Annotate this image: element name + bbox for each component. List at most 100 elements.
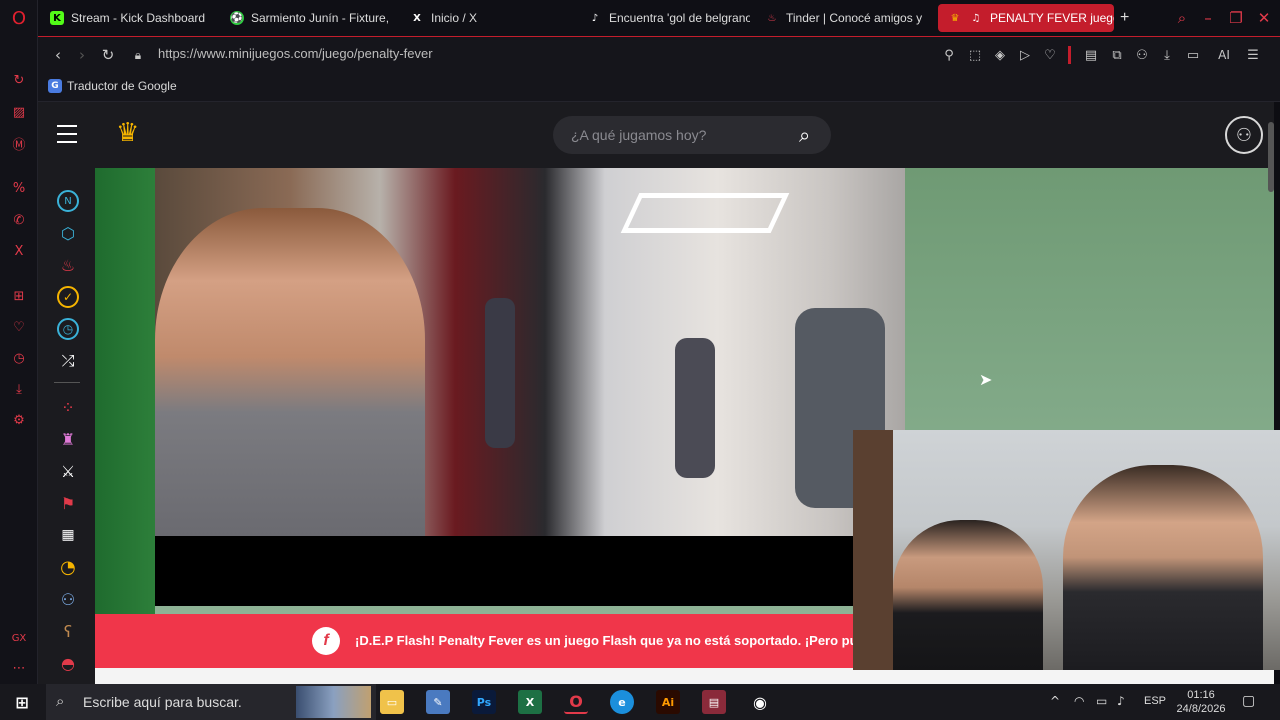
percent-icon[interactable]: % <box>9 178 29 198</box>
minimize-icon[interactable]: – <box>1198 8 1218 28</box>
tab-x[interactable]: X Inicio / X <box>410 4 530 32</box>
download-icon[interactable]: ⤓ <box>9 379 29 399</box>
edge-icon[interactable]: e <box>610 690 634 714</box>
search-highlight-image <box>296 686 371 718</box>
person-background-2 <box>675 338 715 478</box>
google-translate-icon: G <box>48 79 62 93</box>
history-icon[interactable]: ↻ <box>9 70 29 90</box>
nav-check-icon[interactable]: ✓ <box>57 286 79 308</box>
nav-hexagon-icon[interactable]: ⬡ <box>57 222 79 244</box>
tray-chevron-icon[interactable]: ^ <box>1050 694 1060 708</box>
back-icon[interactable]: ‹ <box>48 45 68 65</box>
winrar-icon[interactable]: ▤ <box>702 690 726 714</box>
reload-icon[interactable]: ↻ <box>98 45 118 65</box>
bookmark-label: Traductor de Google <box>67 79 177 93</box>
nav-colors-icon[interactable]: ⁘ <box>57 396 79 418</box>
nav-robot-icon[interactable]: ♜ <box>57 428 79 450</box>
door-frame <box>853 430 893 670</box>
battery-icon[interactable]: ▭ <box>1096 694 1107 708</box>
flash-notice-text: ¡D.E.P Flash! Penalty Fever es un juego … <box>355 633 855 648</box>
tab-sarmiento[interactable]: ⚽ Sarmiento Junín - Fixture, <box>230 4 390 32</box>
page-scrollbar[interactable] <box>1268 122 1274 192</box>
hamburger-menu-icon[interactable] <box>57 125 77 143</box>
heart-icon[interactable]: ♡ <box>9 317 29 337</box>
nav-flag-icon[interactable]: ⚑ <box>57 492 79 514</box>
apps-icon[interactable]: ⊞ <box>9 286 29 306</box>
taskbar-search-input[interactable]: ⌕ Escribe aquí para buscar. <box>46 684 376 720</box>
nav-people-icon[interactable]: ⚇ <box>57 588 79 610</box>
messenger-icon[interactable]: Ⓜ <box>9 133 29 153</box>
nav-shuffle-icon[interactable]: ⤮ <box>57 350 79 372</box>
close-window-icon[interactable]: ✕ <box>1254 8 1274 28</box>
tab-tinder[interactable]: ♨ Tinder | Conocé amigos y <box>765 4 925 32</box>
photoshop-icon[interactable]: Ps <box>472 690 496 714</box>
wifi-icon[interactable]: ◠ <box>1074 694 1084 708</box>
menu-icon[interactable]: ☰ <box>1244 46 1262 64</box>
notepad-icon[interactable]: ✎ <box>426 690 450 714</box>
nav-pokeball-icon[interactable]: ◓ <box>57 652 79 674</box>
settings-icon[interactable]: ⚙ <box>9 410 29 430</box>
clock-icon[interactable]: ◷ <box>9 348 29 368</box>
user-profile-icon[interactable]: ⚇ <box>1225 116 1263 154</box>
nav-racing-flag-icon[interactable]: ▦ <box>57 524 79 546</box>
opera-logo-icon[interactable]: O <box>9 8 29 29</box>
account-icon[interactable]: ⚇ <box>1133 46 1151 64</box>
nav-new-icon[interactable]: N <box>57 190 79 212</box>
flash-logo-icon: f <box>312 627 340 655</box>
bookmark-google-translate[interactable]: G Traductor de Google <box>48 79 177 93</box>
nav-pacman-icon[interactable]: ◔ <box>57 556 79 578</box>
notifications-icon[interactable]: ▢ <box>1242 693 1255 709</box>
nav-swords-icon[interactable]: ⚔ <box>57 460 79 482</box>
flow-icon[interactable]: ▨ <box>9 102 29 122</box>
clock[interactable]: 01:16 24/8/2026 <box>1176 688 1226 716</box>
site-logo-crown-icon[interactable]: ♛ <box>116 118 139 148</box>
illustrator-icon[interactable]: Ai <box>656 690 680 714</box>
x-sidebar-icon[interactable]: X <box>9 241 29 261</box>
bookmark-heart-icon[interactable]: ♡ <box>1041 46 1059 64</box>
url-field[interactable]: https://www.minijuegos.com/juego/penalty… <box>158 46 433 61</box>
language-indicator[interactable]: ESP <box>1144 695 1166 707</box>
new-tab-button[interactable]: + <box>1120 4 1136 32</box>
file-explorer-icon[interactable]: ▭ <box>380 690 404 714</box>
wallet-icon[interactable]: ▤ <box>1082 46 1100 64</box>
forward-icon[interactable]: › <box>72 45 92 65</box>
ai-button[interactable]: AI <box>1210 46 1238 64</box>
kick-icon: K <box>50 11 64 25</box>
speaker-icon[interactable]: ♫ <box>969 11 983 25</box>
downloads-icon[interactable]: ⤓ <box>1158 46 1176 64</box>
site-search-input[interactable]: ¿A qué jugamos hoy? ⌕ <box>553 116 831 154</box>
pocket-icon[interactable]: ◈ <box>991 46 1009 64</box>
gx-icon[interactable]: GX <box>9 628 29 648</box>
whatsapp-icon[interactable]: ✆ <box>9 210 29 230</box>
snapshot-icon[interactable]: ⬚ <box>966 46 984 64</box>
mouse-cursor-icon: ➤ <box>979 370 993 389</box>
send-icon[interactable]: ▷ <box>1016 46 1034 64</box>
ceiling-light <box>620 193 790 233</box>
excel-icon[interactable]: X <box>518 690 542 714</box>
nav-fire-icon[interactable]: ♨ <box>57 254 79 276</box>
game-video-player[interactable] <box>155 168 905 536</box>
taskbar-search-icon: ⌕ <box>56 692 65 710</box>
obs-icon[interactable]: ◉ <box>748 690 772 714</box>
tab-tiktok[interactable]: ♪ Encuentra 'gol de belgrano <box>588 4 750 32</box>
game-side-panel <box>95 168 155 688</box>
opera-gx-taskbar-icon[interactable]: O <box>564 690 588 714</box>
x-logo-icon: X <box>413 12 421 24</box>
battery-saver-icon[interactable]: ▭ <box>1184 46 1202 64</box>
nav-compass-icon[interactable]: ◷ <box>57 318 79 340</box>
tab-label: Tinder | Conocé amigos y <box>786 11 923 25</box>
tab-penalty-fever[interactable]: ♛ ♫ PENALTY FEVER juego <box>938 4 1114 32</box>
search-icon[interactable]: ⌕ <box>799 123 810 147</box>
maximize-icon[interactable]: ❐ <box>1226 8 1246 28</box>
pin-icon[interactable]: ⚲ <box>940 46 958 64</box>
tab-kick[interactable]: K Stream - Kick Dashboard <box>50 4 220 32</box>
windows-start-icon[interactable]: ⊞ <box>10 690 34 714</box>
volume-icon[interactable]: ♪ <box>1117 694 1125 708</box>
lock-icon[interactable]: 🔒︎ <box>128 45 148 65</box>
windows-taskbar: ⊞ ⌕ Escribe aquí para buscar. ▭ ✎ Ps X O… <box>0 684 1280 720</box>
nav-bear-icon[interactable]: ʕ <box>57 620 79 642</box>
extensions-icon[interactable]: ⧉ <box>1108 46 1126 64</box>
search-tabs-icon[interactable]: ⌕ <box>1172 8 1192 28</box>
more-icon[interactable]: ⋯ <box>9 658 29 678</box>
tab-label: Encuentra 'gol de belgrano <box>609 11 750 25</box>
